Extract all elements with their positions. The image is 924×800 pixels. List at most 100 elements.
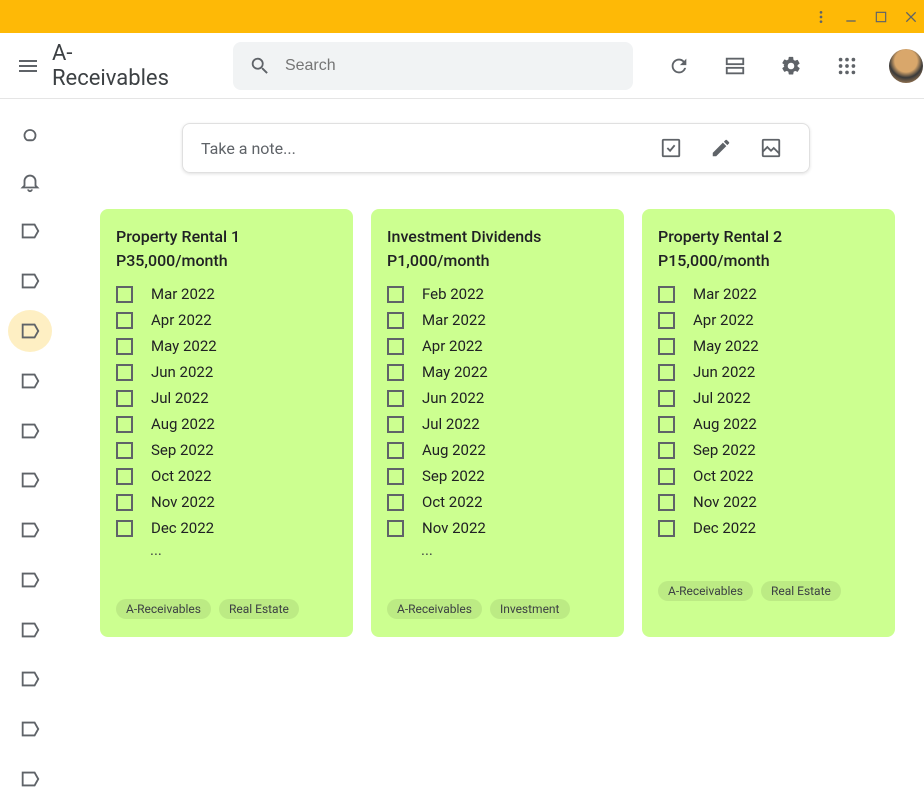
checklist-item[interactable]: Aug 2022 [387, 437, 608, 463]
checklist-item[interactable]: Oct 2022 [116, 463, 337, 489]
checkbox-icon[interactable] [387, 416, 404, 433]
checklist-item[interactable]: Apr 2022 [658, 307, 879, 333]
checkbox-icon[interactable] [658, 494, 675, 511]
note-tag[interactable]: A-Receivables [658, 581, 753, 601]
list-view-button[interactable] [713, 44, 757, 88]
new-drawing-button[interactable] [701, 128, 741, 168]
note-tag[interactable]: Real Estate [219, 599, 299, 619]
checklist-item[interactable]: Mar 2022 [387, 307, 608, 333]
checkbox-icon[interactable] [658, 338, 675, 355]
note-tag[interactable]: Real Estate [761, 581, 841, 601]
sidebar-item-label-8[interactable] [8, 559, 52, 601]
sidebar-item-reminders[interactable] [8, 161, 52, 203]
checkbox-icon[interactable] [116, 442, 133, 459]
checklist-item[interactable]: Aug 2022 [116, 411, 337, 437]
checkbox-icon[interactable] [116, 364, 133, 381]
checkbox-icon[interactable] [387, 364, 404, 381]
close-icon[interactable] [902, 8, 920, 26]
checkbox-icon[interactable] [658, 364, 675, 381]
sidebar-item-label-12[interactable] [8, 758, 52, 800]
sidebar-item-label-3[interactable] [8, 310, 52, 352]
take-note-box[interactable]: Take a note... [182, 123, 810, 173]
checklist-item[interactable]: May 2022 [387, 359, 608, 385]
checklist-item[interactable]: Jul 2022 [116, 385, 337, 411]
checklist-item[interactable]: May 2022 [658, 333, 879, 359]
checkbox-icon[interactable] [116, 312, 133, 329]
checklist-item[interactable]: Mar 2022 [116, 281, 337, 307]
checkbox-icon[interactable] [387, 390, 404, 407]
checklist-item[interactable]: Sep 2022 [387, 463, 608, 489]
checklist-item[interactable]: Oct 2022 [658, 463, 879, 489]
note-tag[interactable]: Investment [490, 599, 570, 619]
checklist-item[interactable]: Apr 2022 [116, 307, 337, 333]
checkbox-icon[interactable] [116, 338, 133, 355]
note-title: Property Rental 2 P15,000/month [642, 225, 895, 281]
checklist-item[interactable]: Jun 2022 [387, 385, 608, 411]
sidebar-item-label-5[interactable] [8, 410, 52, 452]
checklist-item[interactable]: Feb 2022 [387, 281, 608, 307]
hamburger-menu-button[interactable] [16, 42, 40, 90]
new-image-note-button[interactable] [751, 128, 791, 168]
checkbox-icon[interactable] [387, 468, 404, 485]
checkbox-icon[interactable] [658, 390, 675, 407]
account-avatar[interactable] [889, 49, 923, 83]
new-checklist-button[interactable] [651, 128, 691, 168]
search-input[interactable] [285, 57, 617, 75]
sidebar-item-label-2[interactable] [8, 260, 52, 302]
checklist-item[interactable]: Sep 2022 [658, 437, 879, 463]
note-card[interactable]: Property Rental 2 P15,000/monthMar 2022A… [642, 209, 895, 637]
checkbox-icon[interactable] [387, 286, 404, 303]
checkbox-icon[interactable] [116, 468, 133, 485]
checklist-item[interactable]: Oct 2022 [387, 489, 608, 515]
sidebar-item-label-7[interactable] [8, 509, 52, 551]
checklist-item[interactable]: Aug 2022 [658, 411, 879, 437]
settings-button[interactable] [769, 44, 813, 88]
checkbox-icon[interactable] [387, 494, 404, 511]
checklist-item[interactable]: May 2022 [116, 333, 337, 359]
note-card[interactable]: Investment Dividends P1,000/monthFeb 202… [371, 209, 624, 637]
checklist-item[interactable]: Nov 2022 [387, 515, 608, 541]
refresh-button[interactable] [657, 44, 701, 88]
apps-grid-button[interactable] [825, 44, 869, 88]
checkbox-icon[interactable] [387, 338, 404, 355]
checklist-item[interactable]: Apr 2022 [387, 333, 608, 359]
checkbox-icon[interactable] [387, 312, 404, 329]
checkbox-icon[interactable] [658, 312, 675, 329]
checkbox-icon[interactable] [116, 416, 133, 433]
checkbox-icon[interactable] [387, 442, 404, 459]
sidebar-item-label-11[interactable] [8, 708, 52, 750]
checkbox-icon[interactable] [658, 520, 675, 537]
checklist-item[interactable]: Nov 2022 [116, 489, 337, 515]
checklist-item[interactable]: Jul 2022 [387, 411, 608, 437]
checklist-item[interactable]: Dec 2022 [658, 515, 879, 541]
checkbox-icon[interactable] [658, 286, 675, 303]
checkbox-icon[interactable] [658, 442, 675, 459]
note-card[interactable]: Property Rental 1 P35,000/monthMar 2022A… [100, 209, 353, 637]
checkbox-icon[interactable] [116, 520, 133, 537]
more-vert-icon[interactable] [812, 8, 830, 26]
sidebar-item-label-1[interactable] [8, 211, 52, 253]
checkbox-icon[interactable] [387, 520, 404, 537]
checklist-item[interactable]: Dec 2022 [116, 515, 337, 541]
minimize-icon[interactable] [842, 8, 860, 26]
sidebar-item-label-6[interactable] [8, 459, 52, 501]
note-tag[interactable]: A-Receivables [116, 599, 211, 619]
checkbox-icon[interactable] [116, 390, 133, 407]
checkbox-icon[interactable] [116, 286, 133, 303]
maximize-icon[interactable] [872, 8, 890, 26]
checklist-item[interactable]: Sep 2022 [116, 437, 337, 463]
checklist-item[interactable]: Jun 2022 [658, 359, 879, 385]
search-box[interactable] [233, 42, 633, 90]
checklist-item[interactable]: Mar 2022 [658, 281, 879, 307]
checkbox-icon[interactable] [658, 416, 675, 433]
checkbox-icon[interactable] [116, 494, 133, 511]
checklist-item[interactable]: Nov 2022 [658, 489, 879, 515]
sidebar-item-label-10[interactable] [8, 659, 52, 701]
sidebar-item-label-9[interactable] [8, 609, 52, 651]
note-tag[interactable]: A-Receivables [387, 599, 482, 619]
sidebar-item-notes[interactable] [8, 111, 52, 153]
checklist-item[interactable]: Jun 2022 [116, 359, 337, 385]
sidebar-item-label-4[interactable] [8, 360, 52, 402]
checkbox-icon[interactable] [658, 468, 675, 485]
checklist-item[interactable]: Jul 2022 [658, 385, 879, 411]
